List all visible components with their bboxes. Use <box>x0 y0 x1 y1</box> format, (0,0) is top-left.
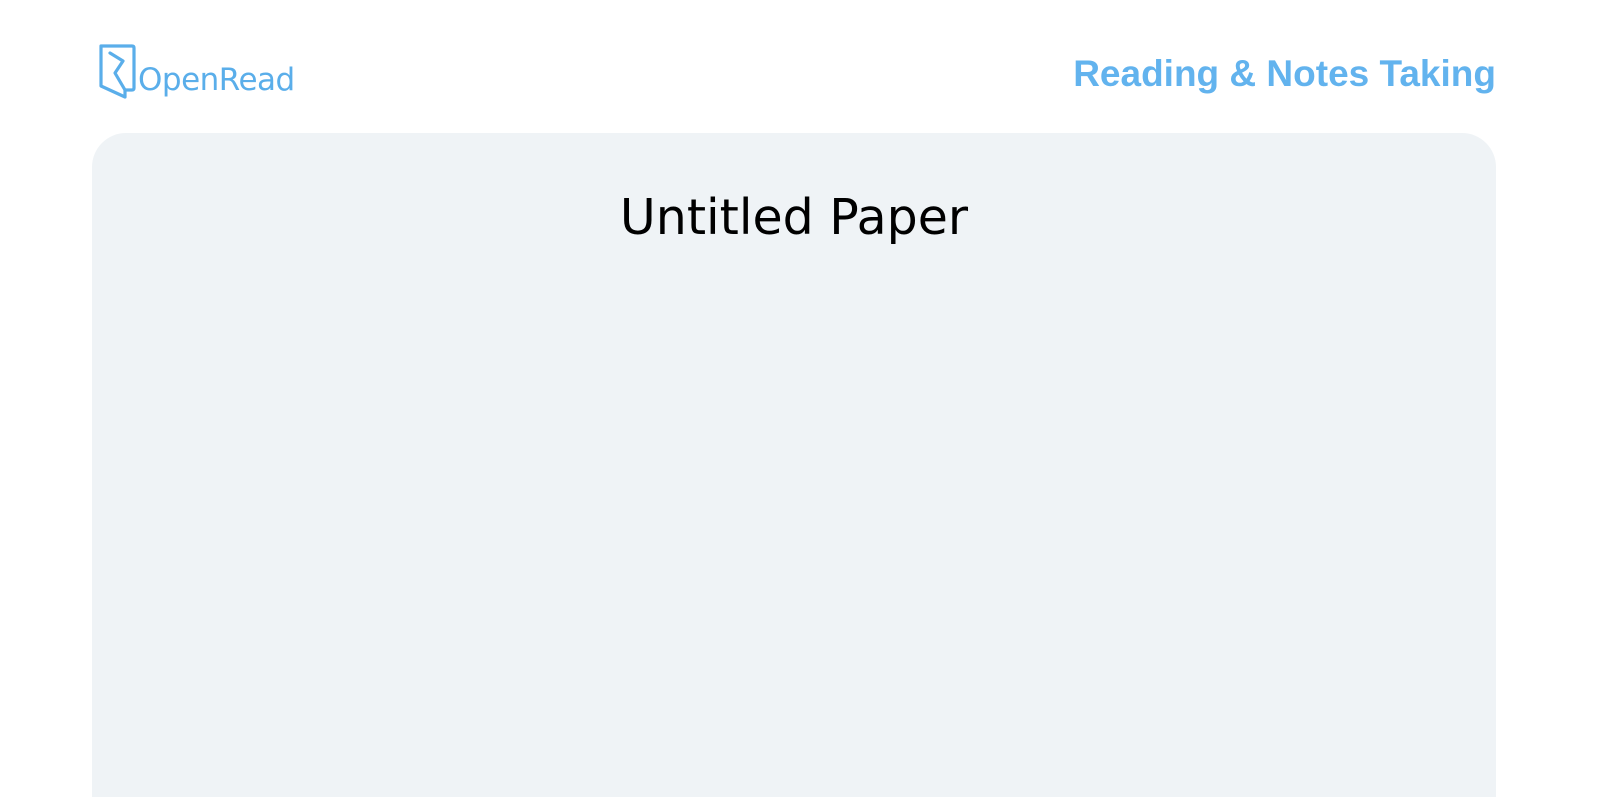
tagline: Reading & Notes Taking <box>1073 53 1496 94</box>
openread-logo-icon <box>99 44 136 99</box>
paper-panel: Untitled Paper <box>92 133 1496 797</box>
page: OpenRead Reading & Notes Taking Untitled… <box>0 0 1600 797</box>
paper-title[interactable]: Untitled Paper <box>92 189 1496 248</box>
brand-logo[interactable]: OpenRead <box>98 43 295 99</box>
brand-name: OpenRead <box>138 62 295 98</box>
